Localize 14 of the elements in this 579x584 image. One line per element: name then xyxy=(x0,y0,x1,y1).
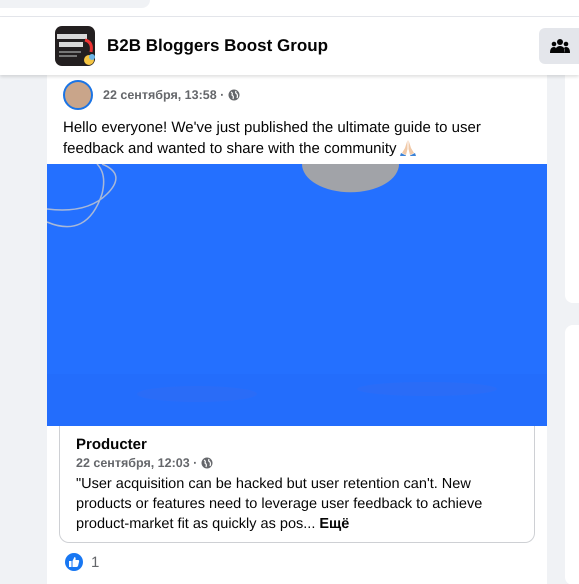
members-button[interactable] xyxy=(539,28,579,64)
people-icon xyxy=(550,38,570,54)
link-title[interactable]: Producter xyxy=(76,436,518,453)
like-icon[interactable] xyxy=(65,553,83,571)
avatar[interactable] xyxy=(63,80,93,110)
praying-hands-icon xyxy=(400,139,416,156)
reaction-count[interactable]: 1 xyxy=(91,554,100,570)
see-more-link[interactable]: Ещё xyxy=(319,516,350,532)
timestamp[interactable]: 22 сентября, 13:58 · xyxy=(103,88,224,102)
post-text: Hello everyone! We've just published the ultimate guide to user feedback and wanted to share with the community xyxy=(62,118,482,159)
globe-icon xyxy=(201,457,214,469)
link-excerpt: "User acquisition can be hacked but user retention can't. New products or features need to leverage user feedback to achieve product-market fit as quickly as pos... Ещё xyxy=(76,475,484,534)
timestamp[interactable]: 22 сентября, 12:03 · xyxy=(76,456,198,470)
globe-icon xyxy=(228,89,240,101)
